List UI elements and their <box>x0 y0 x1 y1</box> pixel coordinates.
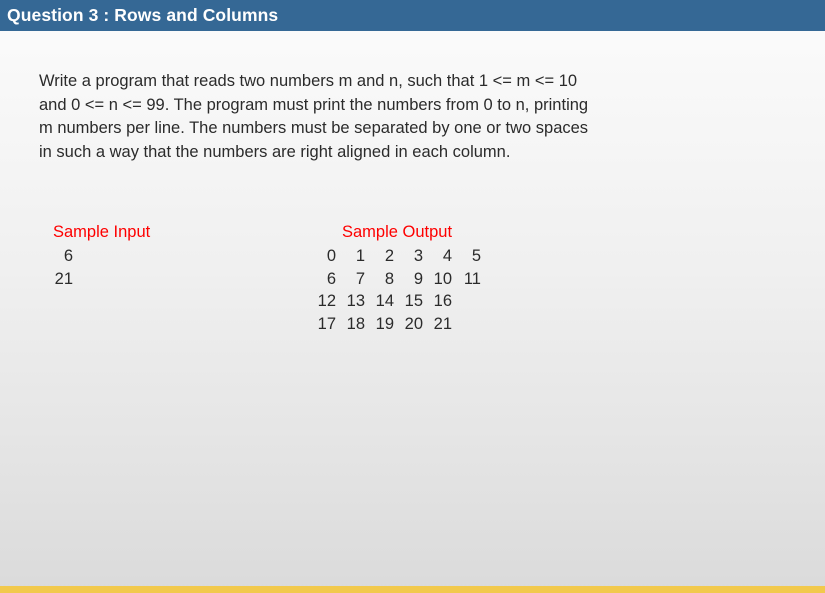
number-row: 17 18 19 20 21 <box>313 313 481 336</box>
number-cell: 21 <box>54 269 73 288</box>
number-cell: 6 <box>63 247 73 265</box>
number-cell: 18 <box>346 314 365 333</box>
slide-title-bar: Question 3 : Rows and Columns <box>0 0 825 31</box>
number-cell: 21 <box>433 314 452 333</box>
number-cell: 6 <box>326 269 336 288</box>
number-cell: 7 <box>355 269 365 288</box>
number-cell: 12 <box>317 292 336 310</box>
number-cell: 16 <box>433 292 452 310</box>
number-row: 0 1 2 3 4 5 <box>313 245 481 268</box>
number-row: 6 <box>53 245 150 268</box>
number-cell: 20 <box>404 314 423 333</box>
sample-input-block: Sample Input 6 21 <box>53 221 150 290</box>
number-row: 21 <box>53 268 150 291</box>
number-cell: 9 <box>413 269 423 288</box>
number-row: 6 7 8 9 10 11 <box>313 268 481 291</box>
number-cell: 1 <box>355 247 365 265</box>
number-cell: 0 <box>326 247 336 265</box>
number-cell: 8 <box>384 269 394 288</box>
number-cell: 17 <box>317 314 336 333</box>
number-cell: 19 <box>375 314 394 333</box>
sample-output-block: Sample Output 0 1 2 3 4 5 6 7 8 9 10 11 12 13 14 15 16 17… <box>313 221 481 335</box>
slide-content: Write a program that reads two numbers m… <box>0 31 825 593</box>
number-cell: 11 <box>463 269 481 288</box>
sample-output-heading: Sample Output <box>342 223 453 241</box>
page-title: Question 3 : Rows and Columns <box>7 4 279 25</box>
slide-root: Question 3 : Rows and Columns Write a pr… <box>0 0 825 593</box>
number-cell: 10 <box>433 269 452 288</box>
sample-input-values: 6 21 <box>53 245 150 290</box>
number-cell: 15 <box>404 292 423 310</box>
number-cell: 14 <box>375 292 394 310</box>
number-cell: 4 <box>442 247 452 265</box>
footer-accent-strip <box>0 586 825 593</box>
sample-input-heading: Sample Input <box>53 223 151 241</box>
number-cell: 2 <box>384 247 394 265</box>
problem-statement: Write a program that reads two numbers m… <box>39 72 589 161</box>
number-cell: 3 <box>413 247 423 265</box>
number-cell: 13 <box>346 292 365 310</box>
number-row: 12 13 14 15 16 <box>313 290 481 313</box>
sample-output-values: 0 1 2 3 4 5 6 7 8 9 10 11 12 13 14 15 16 17 18 19 20 21 <box>313 245 481 335</box>
number-cell: 5 <box>471 247 481 265</box>
